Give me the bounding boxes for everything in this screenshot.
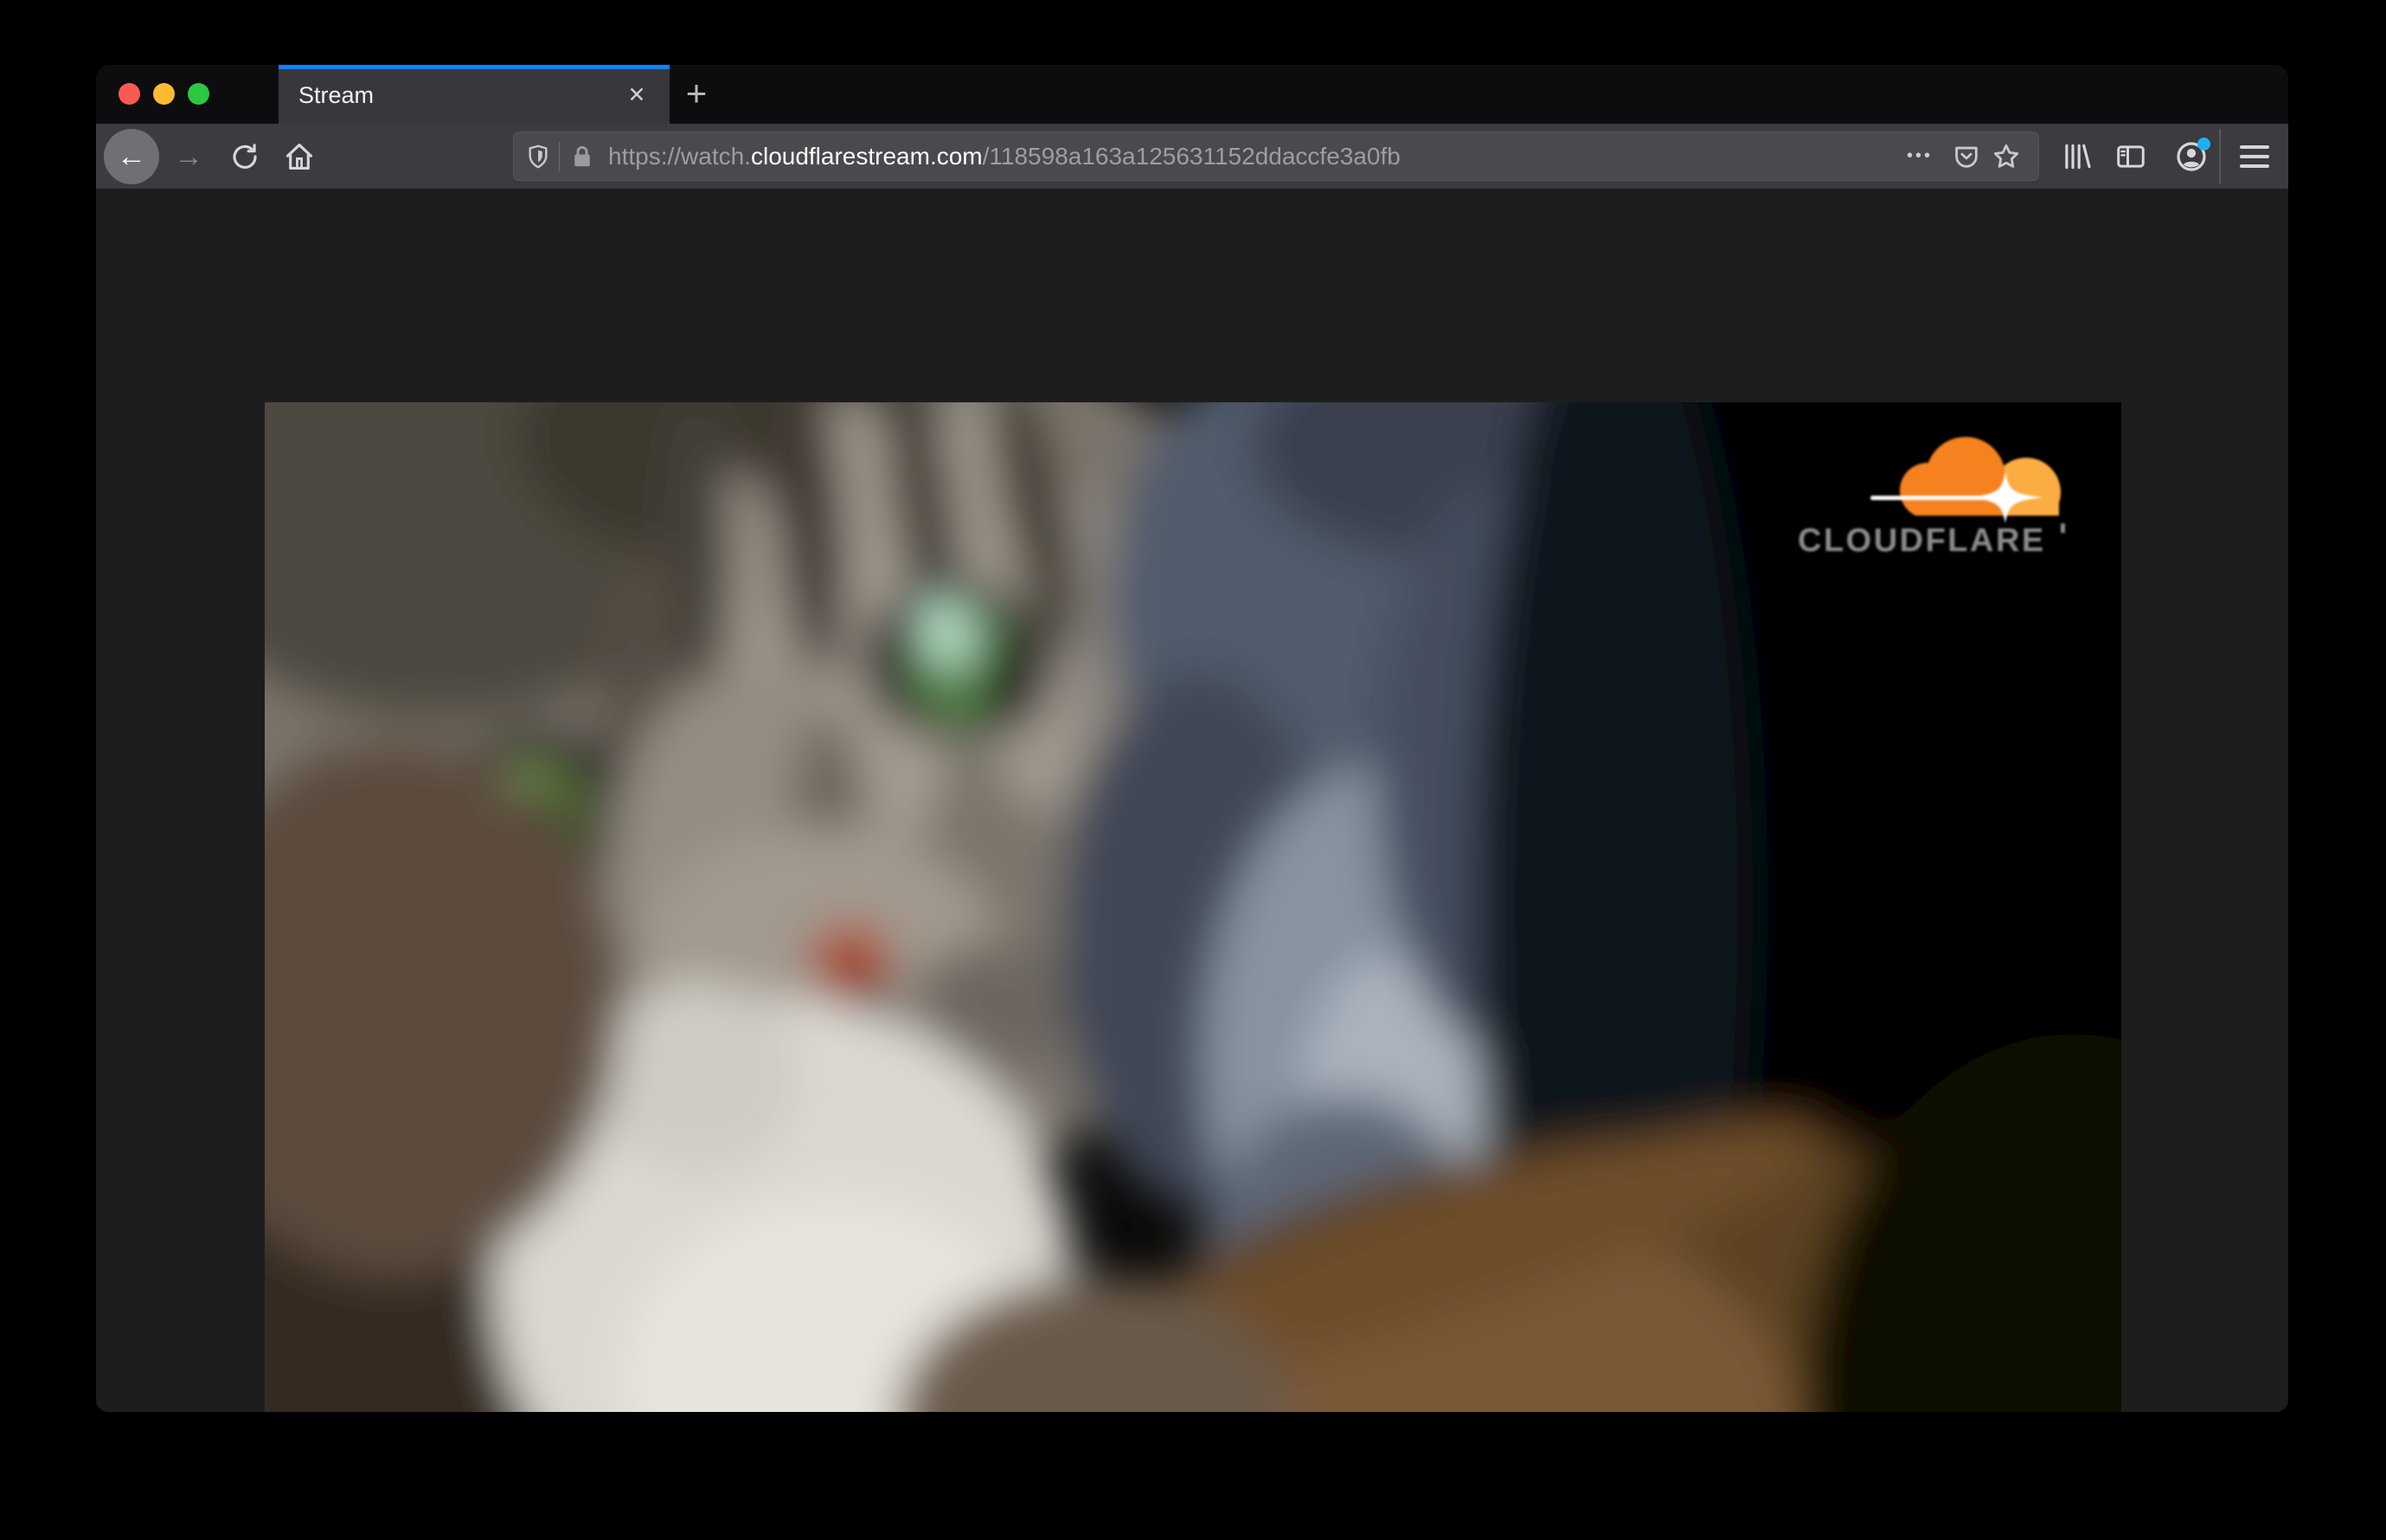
navigation-toolbar: ← → https://watch.cloudflarestream.com/1… (96, 124, 2288, 189)
urlbar-actions: ••• (1907, 139, 2026, 174)
reload-icon (229, 141, 260, 172)
url-text[interactable]: https://watch.cloudflarestream.com/11859… (608, 143, 1907, 170)
page-actions-icon[interactable]: ••• (1907, 146, 1933, 166)
close-window-button[interactable] (119, 83, 140, 105)
sidebar-toggle-button[interactable] (2110, 136, 2152, 177)
home-icon (283, 140, 316, 173)
back-icon: ← (117, 140, 146, 173)
url-bar[interactable]: https://watch.cloudflarestream.com/11859… (513, 132, 2039, 181)
zoom-window-button[interactable] (188, 83, 209, 105)
tab-stream[interactable]: Stream ✕ (279, 65, 670, 124)
url-path: /118598a163a125631152ddaccfe3a0fb (982, 142, 1401, 170)
menu-icon (2240, 145, 2269, 149)
urlbar-divider (559, 141, 560, 171)
tracking-protection-shield-icon[interactable] (521, 139, 555, 174)
url-scheme-subdomain: https://watch. (608, 142, 751, 170)
bookmark-star-icon[interactable] (1986, 139, 2026, 174)
back-button[interactable]: ← (104, 129, 159, 184)
video-player[interactable]: CLOUDFLARE (265, 402, 2121, 1412)
menu-button[interactable] (2234, 136, 2275, 177)
tab-bar: Stream ✕ + (96, 65, 2288, 124)
video-frame-cat: CLOUDFLARE (265, 402, 2121, 1412)
account-button[interactable] (2171, 136, 2212, 177)
account-notification-dot (2197, 138, 2210, 151)
home-button[interactable] (279, 136, 320, 177)
library-button[interactable] (2056, 136, 2097, 177)
forward-icon: → (174, 140, 203, 173)
cloudflare-logo-text: CLOUDFLARE (1798, 523, 2046, 559)
url-domain: cloudflarestream.com (750, 142, 983, 170)
forward-button[interactable]: → (168, 136, 209, 177)
tab-close-icon[interactable]: ✕ (621, 80, 652, 111)
library-icon (2060, 140, 2093, 173)
reload-button[interactable] (224, 136, 266, 177)
sidebar-icon (2114, 140, 2147, 173)
toolbar-separator (2219, 129, 2221, 183)
pocket-icon[interactable] (1947, 139, 1986, 174)
lock-icon[interactable] (565, 139, 600, 174)
page-content: CLOUDFLARE (96, 189, 2288, 1412)
browser-window: Stream ✕ + ← → https://watch.cloudflares… (96, 65, 2288, 1412)
new-tab-button[interactable]: + (676, 74, 717, 115)
tab-title: Stream (298, 82, 375, 108)
minimize-window-button[interactable] (153, 83, 175, 105)
desktop-background: Stream ✕ + ← → https://watch.cloudflares… (0, 0, 2386, 1540)
